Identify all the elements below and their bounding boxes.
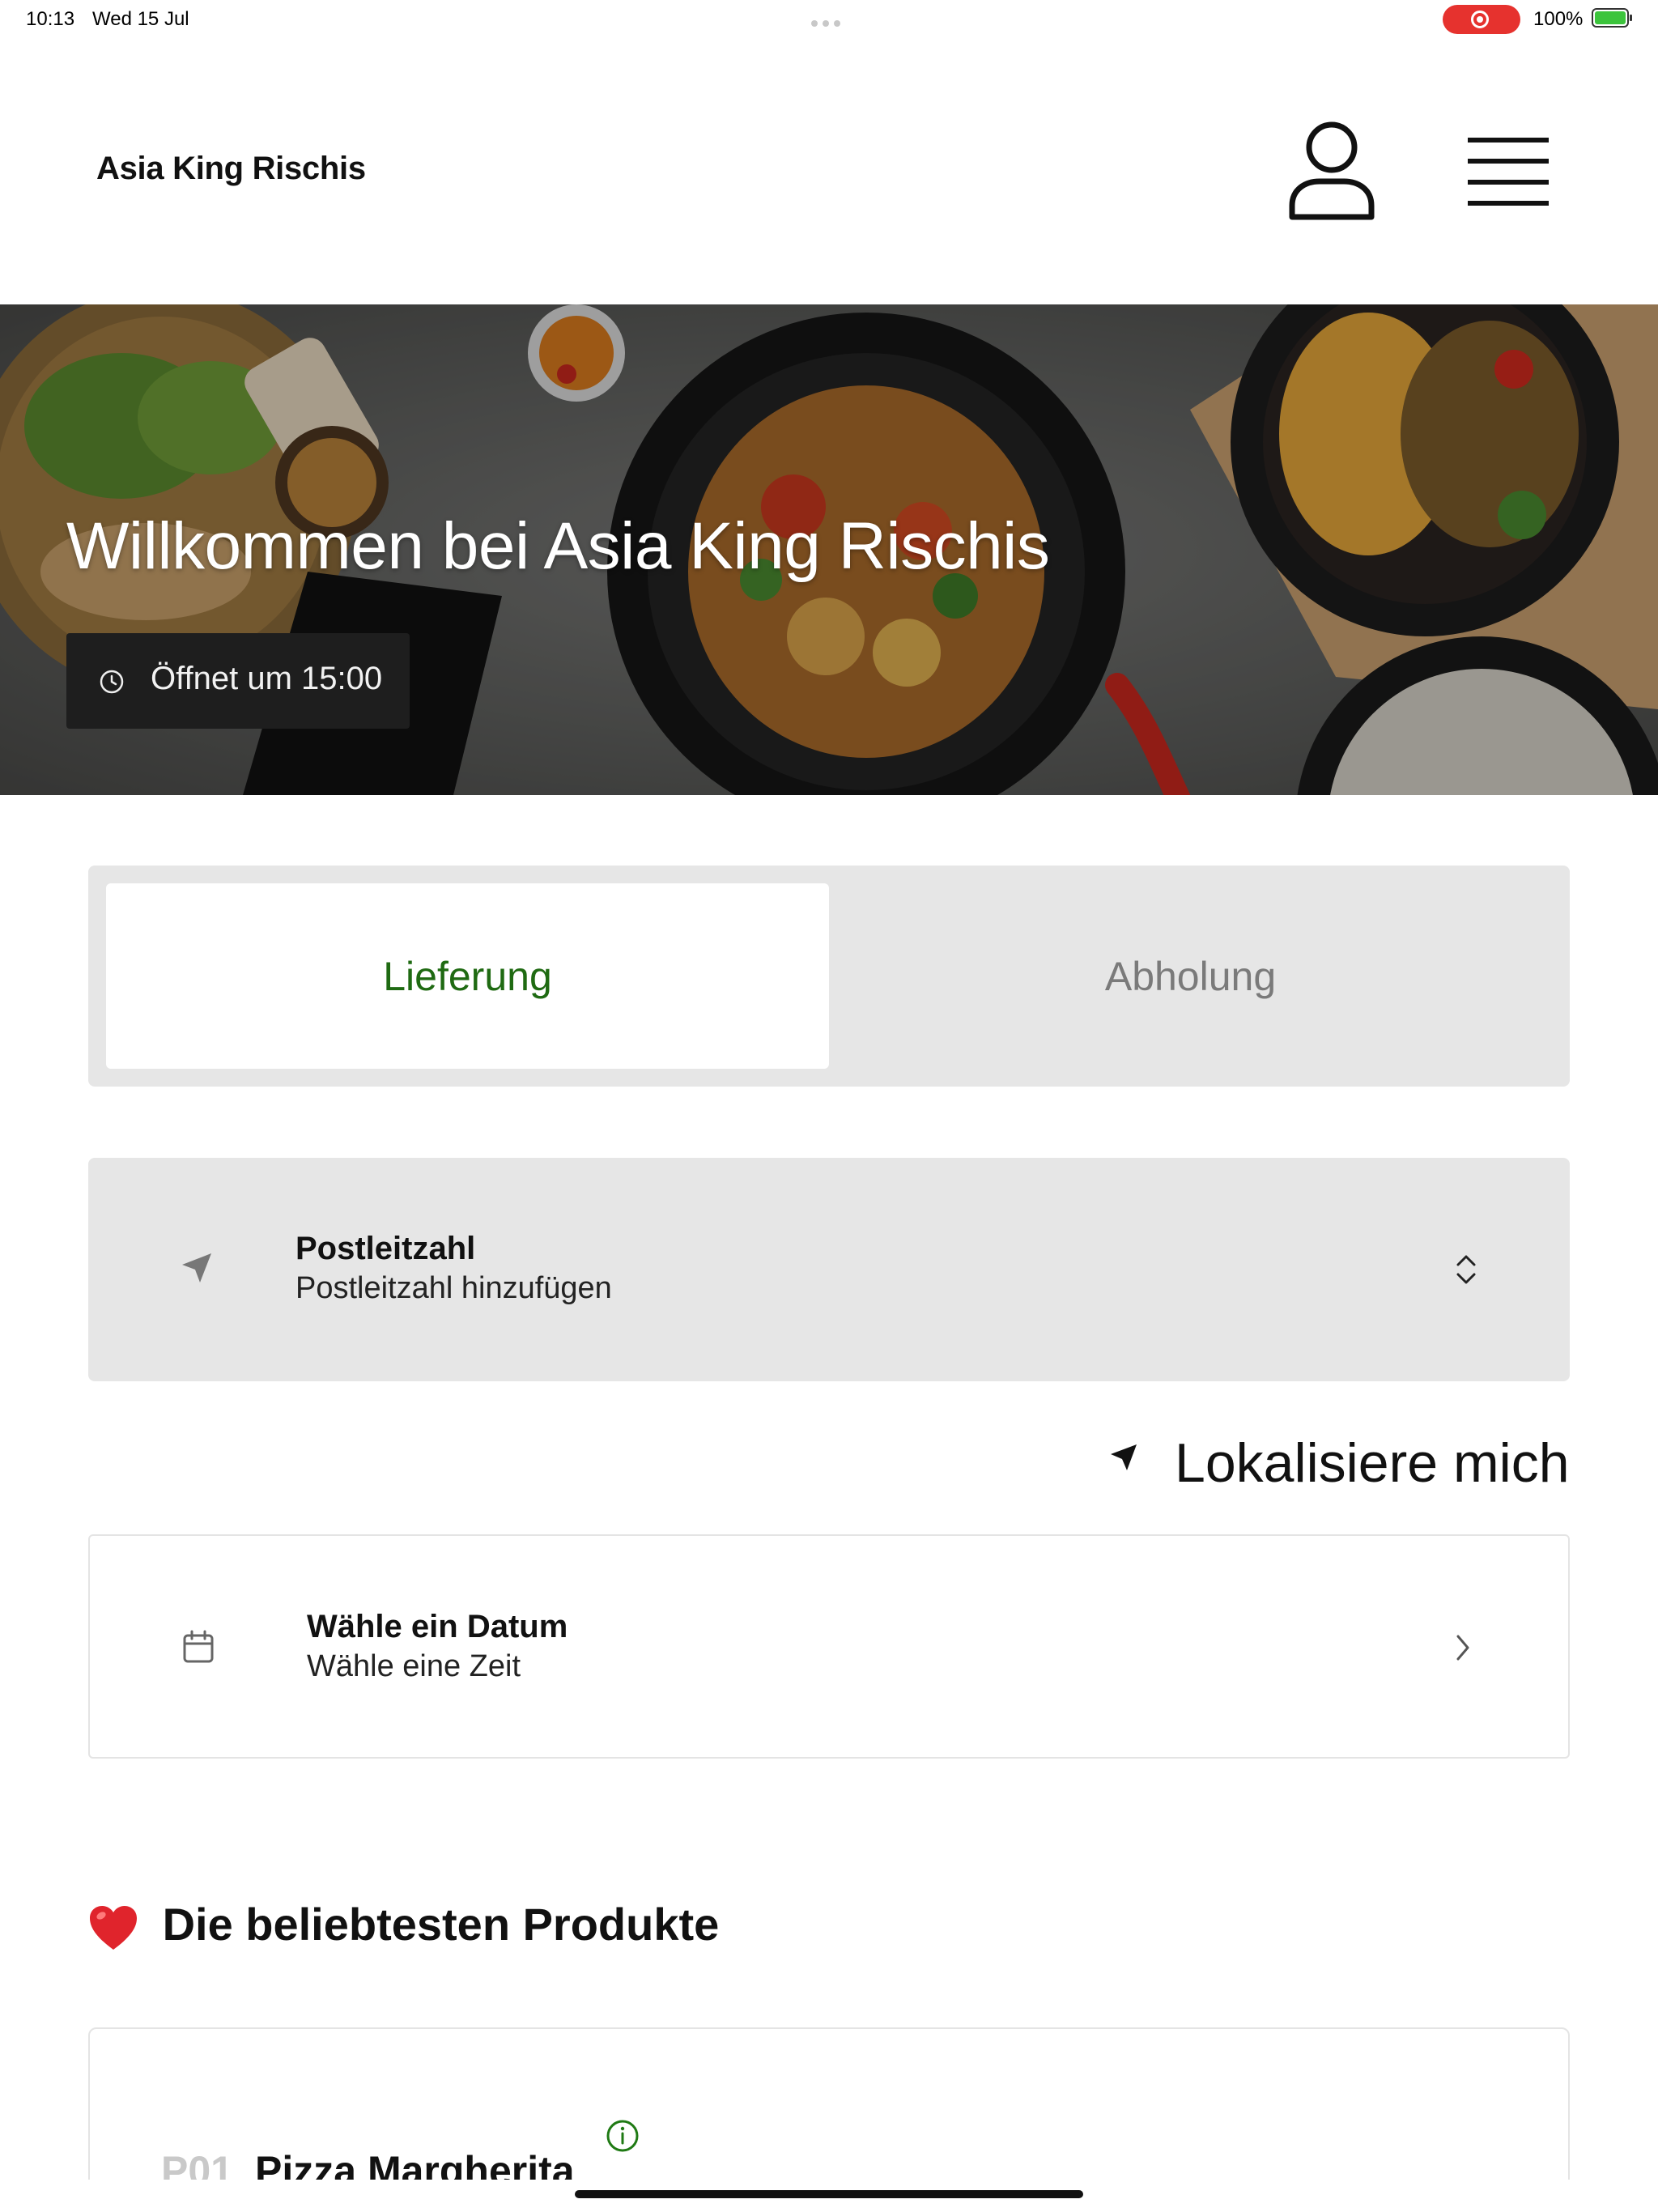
popular-products-title: Die beliebtesten Produkte xyxy=(162,1899,720,1950)
menu-button[interactable] xyxy=(1461,130,1555,211)
order-type-segmented-control: Lieferung Abholung xyxy=(88,866,1570,1087)
postcode-title: Postleitzahl xyxy=(295,1231,476,1266)
clock-icon xyxy=(100,670,124,694)
popular-products-heading: Die beliebtesten Produkte xyxy=(88,1898,719,1951)
status-time: 10:13 xyxy=(26,8,75,30)
status-bar: 10:13 Wed 15 Jul 100% xyxy=(0,0,1658,39)
user-icon xyxy=(1289,121,1375,220)
opening-hours-badge: Öffnet um 15:00 xyxy=(66,633,410,729)
postcode-subtitle: Postleitzahl hinzufügen xyxy=(295,1271,612,1305)
opening-hours-text: Öffnet um 15:00 xyxy=(151,661,383,696)
account-button[interactable] xyxy=(1287,120,1376,223)
chevron-up-down-icon xyxy=(1456,1255,1476,1284)
time-subtitle: Wähle eine Zeit xyxy=(307,1649,521,1683)
chevron-right-icon xyxy=(1456,1635,1469,1661)
postcode-selector[interactable]: Postleitzahl Postleitzahl hinzufügen xyxy=(88,1158,1570,1381)
battery-icon xyxy=(1592,8,1632,28)
location-arrow-icon xyxy=(1111,1444,1137,1470)
screen-recording-icon[interactable] xyxy=(1443,5,1520,34)
menu-icon xyxy=(1468,138,1549,206)
date-time-selector[interactable]: Wähle ein Datum Wähle eine Zeit xyxy=(88,1534,1570,1759)
heart-icon xyxy=(90,1906,137,1950)
locate-me-button[interactable]: Lokalisiere mich xyxy=(1109,1427,1571,1494)
multitasking-dots-icon[interactable] xyxy=(811,16,847,27)
calendar-icon xyxy=(183,1630,214,1663)
locate-me-label: Lokalisiere mich xyxy=(1175,1432,1570,1494)
date-title: Wähle ein Datum xyxy=(307,1609,568,1644)
hero-title: Willkommen bei Asia King Rischis xyxy=(66,509,1050,583)
home-indicator[interactable] xyxy=(575,2190,1083,2198)
restaurant-name[interactable]: Asia King Rischis xyxy=(96,151,366,187)
tab-abholung[interactable]: Abholung xyxy=(829,883,1552,1069)
status-date: Wed 15 Jul xyxy=(92,8,189,30)
navigation-arrow-icon xyxy=(182,1253,211,1283)
battery-percent: 100% xyxy=(1533,8,1584,30)
info-icon[interactable] xyxy=(605,2118,640,2154)
hero-banner: Willkommen bei Asia King Rischis Öffnet … xyxy=(0,304,1658,795)
tab-lieferung[interactable]: Lieferung xyxy=(106,883,829,1069)
